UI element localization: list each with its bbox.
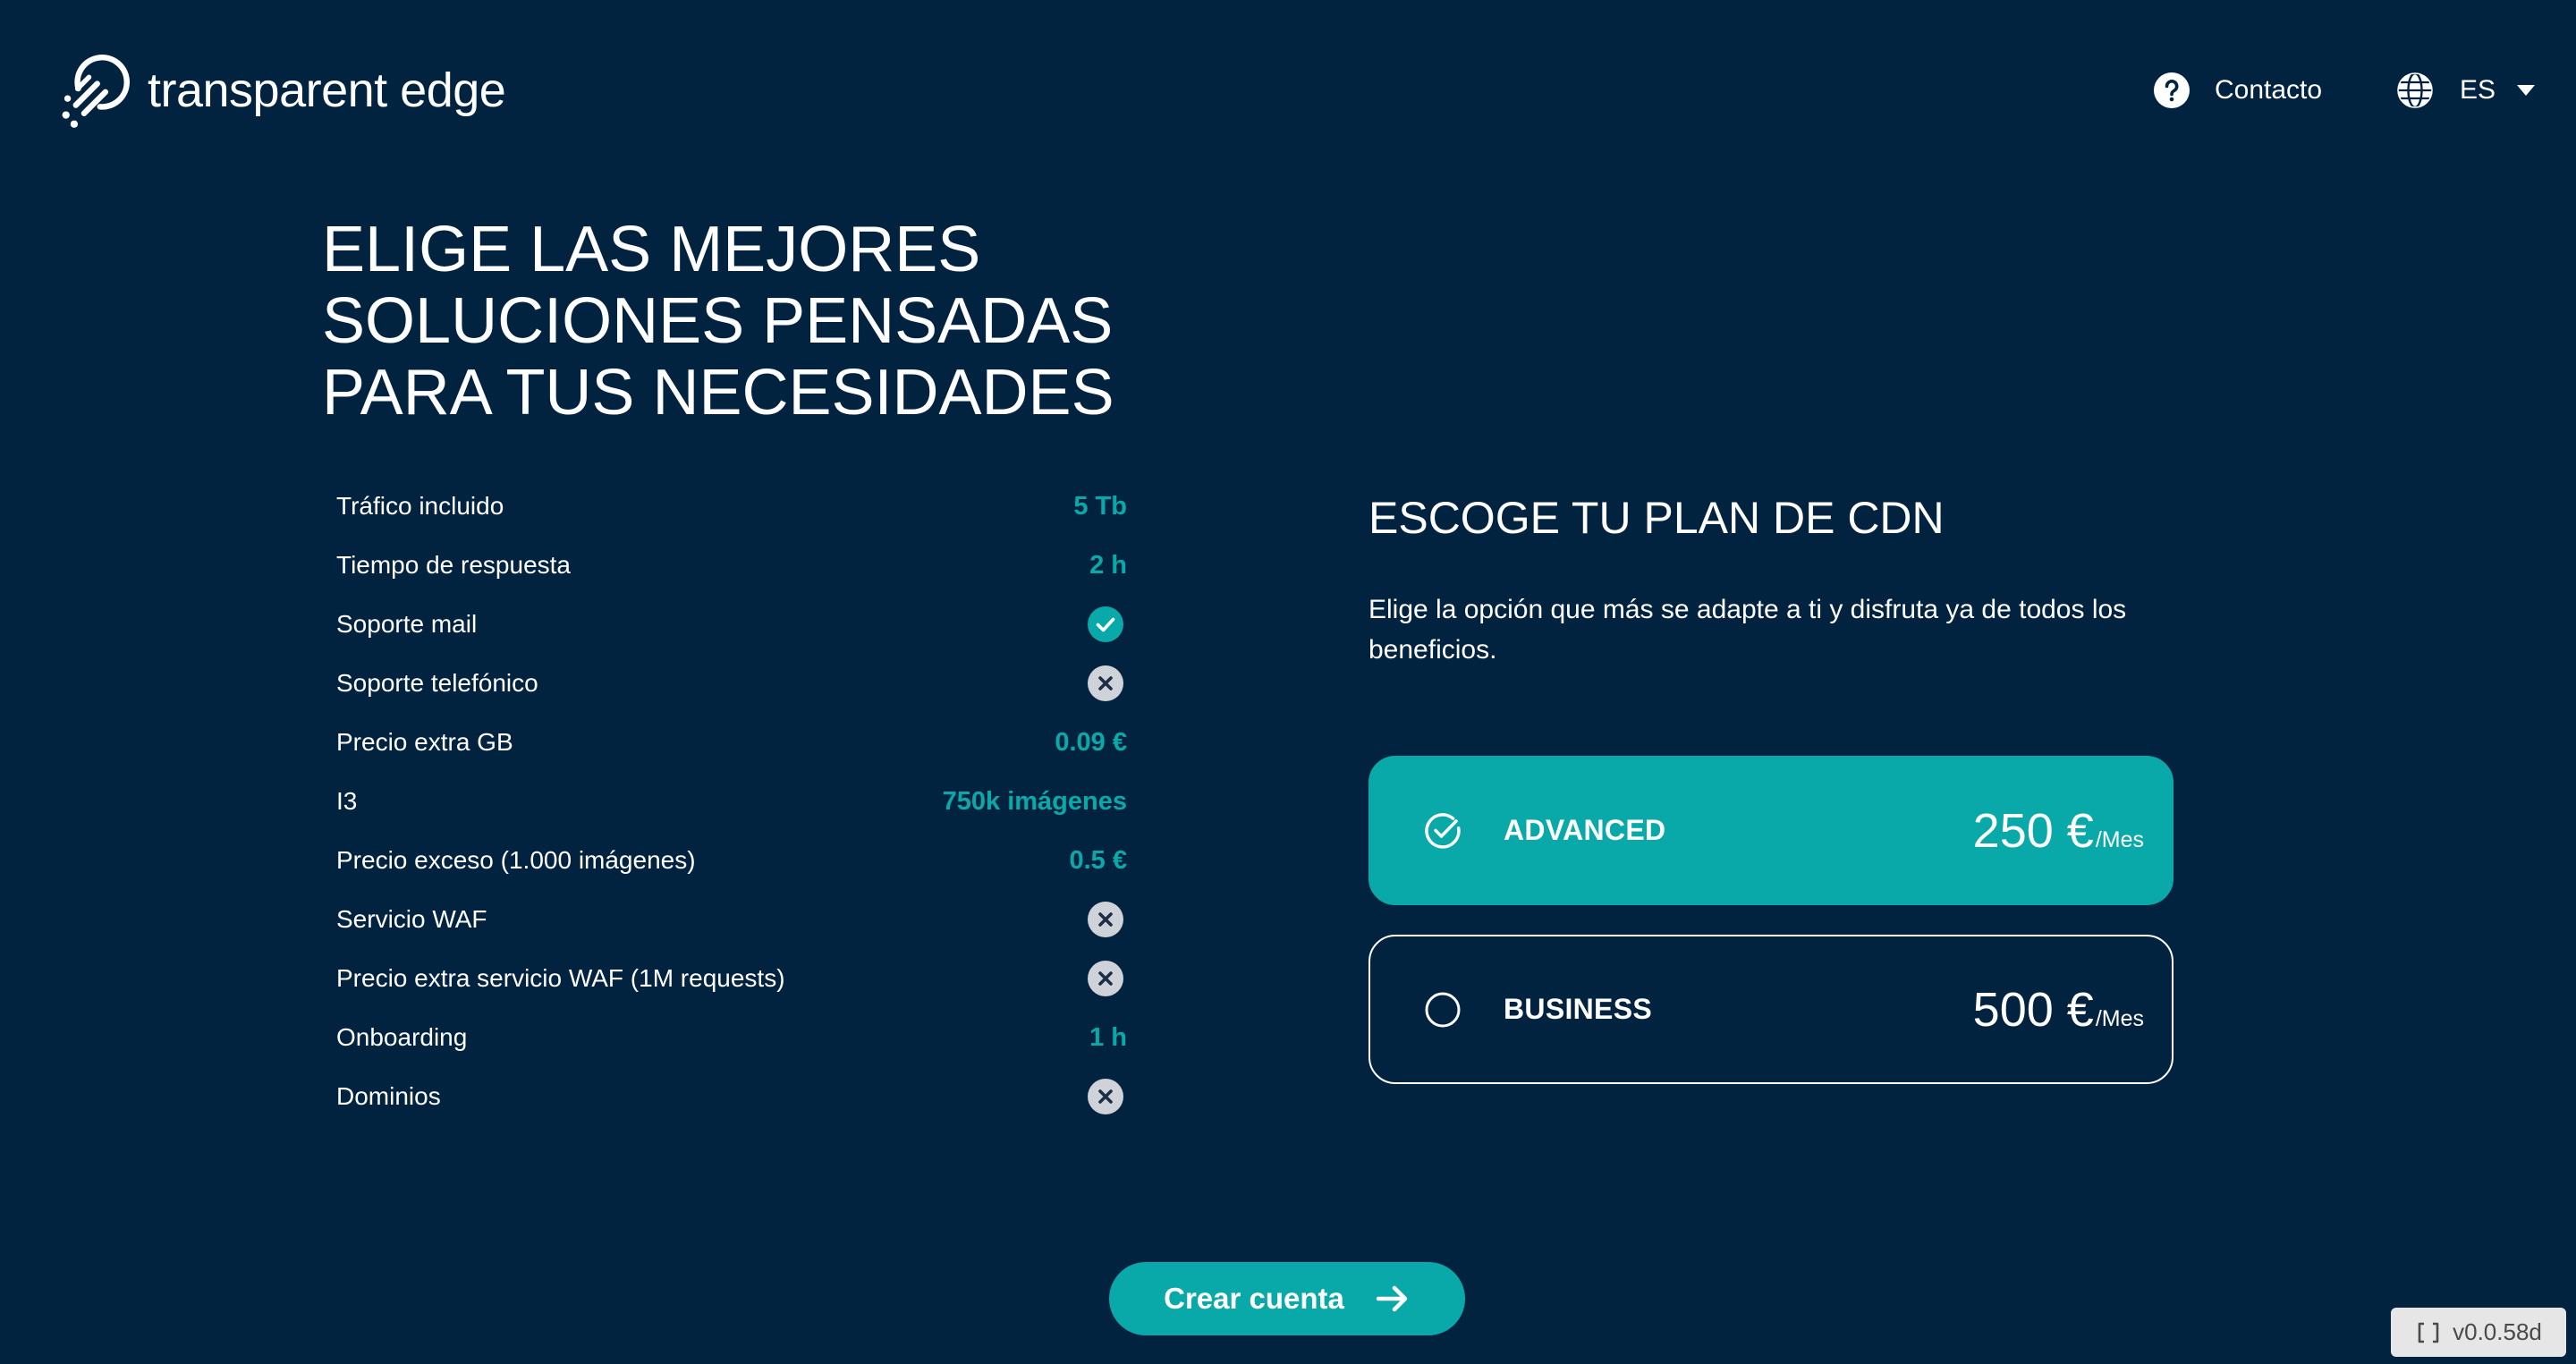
caret-down-icon — [2517, 85, 2536, 96]
hero-title: ELIGE LAS MEJORES SOLUCIONES PENSADAS PA… — [322, 214, 1114, 428]
feature-row: Precio exceso (1.000 imágenes) 0.5 € — [336, 831, 1127, 890]
plans-title: ESCOGE TU PLAN DE CDN — [1368, 493, 1945, 543]
feature-label: Onboarding — [336, 1023, 468, 1051]
feature-row: Precio extra GB 0.09 € — [336, 713, 1127, 772]
contact-link[interactable]: Contacto — [2154, 72, 2322, 108]
x-circle-icon — [1088, 961, 1123, 996]
logo-home-link[interactable]: transparent edge — [53, 49, 506, 131]
hero-title-line: PARA TUS NECESIDADES — [322, 357, 1114, 428]
feature-label: Precio extra GB — [336, 728, 513, 756]
plan-option-business[interactable]: BUSINESS 500 € /Mes — [1368, 935, 2174, 1084]
radio-empty-icon — [1423, 990, 1462, 1029]
feature-value: 0.5 € — [1069, 845, 1128, 875]
x-circle-icon — [1088, 902, 1123, 937]
feature-label: Soporte mail — [336, 610, 478, 638]
create-account-button[interactable]: Crear cuenta — [1109, 1262, 1465, 1335]
language-value: ES — [2460, 75, 2496, 105]
feature-row: Dominios — [336, 1067, 1127, 1126]
plan-name: ADVANCED — [1504, 814, 1666, 846]
plan-period: /Mes — [2095, 826, 2144, 852]
hero-title-line: SOLUCIONES PENSADAS — [322, 285, 1114, 357]
language-selector[interactable]: ES — [2397, 72, 2536, 108]
feature-label: Precio extra servicio WAF (1M requests) — [336, 964, 785, 992]
feature-value: 5 Tb — [1073, 491, 1127, 521]
hero-title-line: ELIGE LAS MEJORES — [322, 214, 981, 285]
check-circle-outline-icon — [1423, 811, 1462, 851]
feature-row: Tiempo de respuesta 2 h — [336, 536, 1127, 595]
feature-row: Precio extra servicio WAF (1M requests) — [336, 949, 1127, 1008]
feature-label: Tráfico incluido — [336, 492, 504, 520]
feature-row: Onboarding 1 h — [336, 1008, 1127, 1067]
feature-label: I3 — [336, 787, 358, 815]
feature-value: 0.09 € — [1055, 727, 1127, 757]
feature-row: I3 750k imágenes — [336, 772, 1127, 831]
plan-name: BUSINESS — [1504, 993, 1652, 1025]
version-badge: v0.0.58d — [2391, 1308, 2566, 1357]
check-circle-icon — [1088, 606, 1123, 642]
x-circle-icon — [1088, 1079, 1123, 1114]
feature-row: Soporte telefónico — [336, 654, 1127, 713]
contact-label: Contacto — [2215, 75, 2323, 105]
feature-value: 750k imágenes — [942, 786, 1127, 816]
feature-label: Servicio WAF — [336, 905, 487, 933]
feature-label: Dominios — [336, 1082, 441, 1110]
plan-price: 500 € — [1972, 982, 2094, 1037]
plan-price-group: 500 € /Mes — [1973, 986, 2144, 1034]
feature-label: Tiempo de respuesta — [336, 551, 571, 579]
plan-option-advanced[interactable]: ADVANCED 250 € /Mes — [1368, 756, 2174, 905]
feature-row: Tráfico incluido 5 Tb — [336, 477, 1127, 536]
feature-label: Precio exceso (1.000 imágenes) — [336, 846, 696, 874]
plans-description: Elige la opción que más se adapte a ti y… — [1368, 595, 2127, 665]
transparent-edge-logo-icon — [53, 49, 135, 131]
globe-icon — [2397, 72, 2433, 108]
feature-label: Soporte telefónico — [336, 669, 538, 697]
feature-value: 1 h — [1089, 1022, 1127, 1052]
plan-price: 250 € — [1972, 803, 2094, 858]
feature-value: 2 h — [1089, 550, 1127, 580]
feature-row: Soporte mail — [336, 595, 1127, 654]
feature-row: Servicio WAF — [336, 890, 1127, 949]
brand-name: transparent edge — [148, 64, 506, 117]
plan-features-table: Tráfico incluido 5 Tb Tiempo de respuesta 2… — [336, 477, 1127, 1126]
plan-price-group: 250 € /Mes — [1973, 807, 2144, 855]
version-label: v0.0.58d — [2453, 1318, 2542, 1345]
x-circle-icon — [1088, 665, 1123, 701]
arrow-right-icon — [1375, 1284, 1411, 1313]
brackets-icon — [2415, 1319, 2442, 1346]
help-circle-icon — [2154, 72, 2190, 108]
plan-period: /Mes — [2095, 1005, 2144, 1031]
create-account-label: Crear cuenta — [1164, 1282, 1344, 1315]
